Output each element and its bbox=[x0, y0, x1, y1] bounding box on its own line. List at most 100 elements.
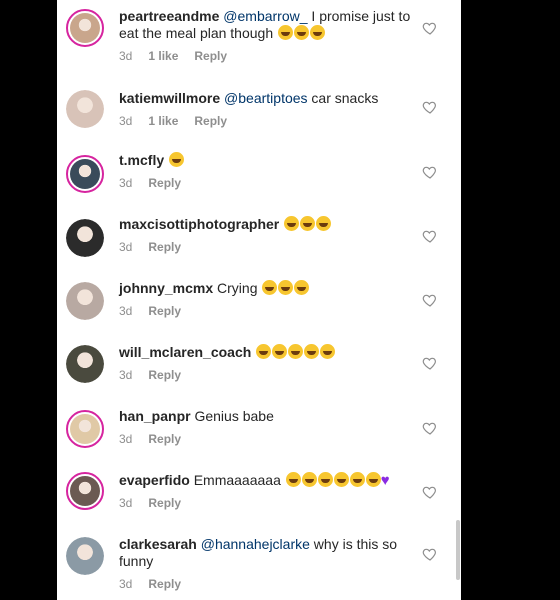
avatar[interactable] bbox=[66, 9, 104, 47]
comment-likes[interactable]: 1 like bbox=[148, 49, 178, 63]
like-heart-icon[interactable] bbox=[422, 99, 438, 115]
comment-meta: 3d Reply bbox=[119, 367, 419, 384]
comment-meta: 3d Reply bbox=[119, 576, 419, 593]
laughing-emoji-icon bbox=[333, 472, 349, 487]
like-heart-icon[interactable] bbox=[422, 420, 438, 436]
laughing-emoji-icon bbox=[169, 152, 185, 167]
comment-text: Genius babe bbox=[190, 408, 274, 424]
comment-meta: 3d Reply bbox=[119, 431, 419, 448]
comment-body: clarkesarah @hannahejclarke why is this … bbox=[119, 536, 419, 593]
comment-username[interactable]: peartreeandme bbox=[119, 8, 219, 24]
comment-meta: 3d 1 like Reply bbox=[119, 48, 419, 65]
avatar-image bbox=[70, 414, 100, 444]
avatar-image bbox=[66, 537, 104, 575]
comment-time: 3d bbox=[119, 304, 133, 318]
like-heart-icon[interactable] bbox=[422, 164, 438, 180]
like-heart-icon[interactable] bbox=[422, 546, 438, 562]
comment-row: maxcisottiphotographer 3d Reply bbox=[57, 216, 461, 280]
comment-username[interactable]: evaperfido bbox=[119, 472, 190, 488]
comment-username[interactable]: maxcisottiphotographer bbox=[119, 216, 279, 232]
comment-body: t.mcfly 3d Reply bbox=[119, 152, 419, 192]
avatar-image bbox=[70, 13, 100, 43]
comment-username[interactable]: johnny_mcmx bbox=[119, 280, 213, 296]
laughing-emoji-icon bbox=[294, 25, 310, 40]
avatar[interactable] bbox=[66, 472, 104, 510]
comment-time: 3d bbox=[119, 240, 133, 254]
comment-username[interactable]: t.mcfly bbox=[119, 152, 164, 168]
comment-time: 3d bbox=[119, 496, 133, 510]
comment-username[interactable]: katiemwillmore bbox=[119, 90, 220, 106]
laughing-emoji-icon bbox=[256, 344, 272, 359]
comment-row: evaperfido Emmaaaaaaa ♥ 3d Reply bbox=[57, 472, 461, 536]
reply-button[interactable]: Reply bbox=[148, 496, 181, 510]
avatar-image bbox=[70, 476, 100, 506]
avatar[interactable] bbox=[66, 345, 104, 383]
like-heart-icon[interactable] bbox=[422, 292, 438, 308]
reply-button[interactable]: Reply bbox=[148, 368, 181, 382]
comment-meta: 3d Reply bbox=[119, 175, 419, 192]
comment-text: Crying bbox=[213, 280, 258, 296]
reply-button[interactable]: Reply bbox=[148, 176, 181, 190]
avatar[interactable] bbox=[66, 537, 104, 575]
purple-heart-emoji-icon: ♥ bbox=[380, 472, 390, 489]
comment-body: will_mclaren_coach 3d Reply bbox=[119, 344, 419, 384]
comment-row: will_mclaren_coach 3d Reply bbox=[57, 344, 461, 408]
mention-link[interactable]: @embarrow_ bbox=[223, 8, 307, 24]
avatar[interactable] bbox=[66, 155, 104, 193]
scrollbar[interactable] bbox=[456, 520, 460, 580]
comment-text: Emmaaaaaaa bbox=[189, 472, 281, 488]
comments-panel: peartreeandme @embarrow_ I promise just … bbox=[57, 0, 461, 600]
reply-button[interactable]: Reply bbox=[194, 114, 227, 128]
laughing-emoji-icon bbox=[278, 25, 294, 40]
comment-username[interactable]: will_mclaren_coach bbox=[119, 344, 251, 360]
comment-time: 3d bbox=[119, 577, 133, 591]
comment-row: peartreeandme @embarrow_ I promise just … bbox=[57, 8, 461, 72]
laughing-emoji-icon bbox=[316, 216, 332, 231]
comment-username[interactable]: han_panpr bbox=[119, 408, 191, 424]
reply-button[interactable]: Reply bbox=[148, 432, 181, 446]
avatar[interactable] bbox=[66, 410, 104, 448]
reply-button[interactable]: Reply bbox=[194, 49, 227, 63]
comment-meta: 3d Reply bbox=[119, 239, 419, 256]
avatar-image bbox=[66, 282, 104, 320]
reply-button[interactable]: Reply bbox=[148, 304, 181, 318]
mention-link[interactable]: @beartiptoes bbox=[224, 90, 307, 106]
laughing-emoji-icon bbox=[349, 472, 365, 487]
comment-body: johnny_mcmx Crying 3d Reply bbox=[119, 280, 419, 320]
avatar[interactable] bbox=[66, 219, 104, 257]
comment-likes[interactable]: 1 like bbox=[148, 114, 178, 128]
laughing-emoji-icon bbox=[365, 472, 381, 487]
avatar-image bbox=[66, 219, 104, 257]
laughing-emoji-icon bbox=[288, 344, 304, 359]
mention-link[interactable]: @hannahejclarke bbox=[201, 536, 310, 552]
laughing-emoji-icon bbox=[272, 344, 288, 359]
laughing-emoji-icon bbox=[294, 280, 310, 295]
avatar[interactable] bbox=[66, 282, 104, 320]
comment-time: 3d bbox=[119, 432, 133, 446]
reply-button[interactable]: Reply bbox=[148, 240, 181, 254]
comment-meta: 3d 1 like Reply bbox=[119, 113, 419, 130]
avatar[interactable] bbox=[66, 90, 104, 128]
comment-username[interactable]: clarkesarah bbox=[119, 536, 197, 552]
like-heart-icon[interactable] bbox=[422, 228, 438, 244]
comment-meta: 3d Reply bbox=[119, 303, 419, 320]
laughing-emoji-icon bbox=[317, 472, 333, 487]
comment-row: han_panpr Genius babe 3d Reply bbox=[57, 408, 461, 472]
laughing-emoji-icon bbox=[262, 280, 278, 295]
avatar-image bbox=[66, 345, 104, 383]
laughing-emoji-icon bbox=[301, 472, 317, 487]
laughing-emoji-icon bbox=[320, 344, 336, 359]
comment-time: 3d bbox=[119, 176, 133, 190]
comment-body: katiemwillmore @beartiptoes car snacks 3d… bbox=[119, 90, 419, 130]
like-heart-icon[interactable] bbox=[422, 20, 438, 36]
comment-row: johnny_mcmx Crying 3d Reply bbox=[57, 280, 461, 344]
comment-body: peartreeandme @embarrow_ I promise just … bbox=[119, 8, 419, 65]
comment-body: han_panpr Genius babe 3d Reply bbox=[119, 408, 419, 448]
comment-meta: 3d Reply bbox=[119, 495, 419, 512]
comment-body: maxcisottiphotographer 3d Reply bbox=[119, 216, 419, 256]
like-heart-icon[interactable] bbox=[422, 484, 438, 500]
like-heart-icon[interactable] bbox=[422, 355, 438, 371]
laughing-emoji-icon bbox=[300, 216, 316, 231]
reply-button[interactable]: Reply bbox=[148, 577, 181, 591]
laughing-emoji-icon bbox=[310, 25, 326, 40]
